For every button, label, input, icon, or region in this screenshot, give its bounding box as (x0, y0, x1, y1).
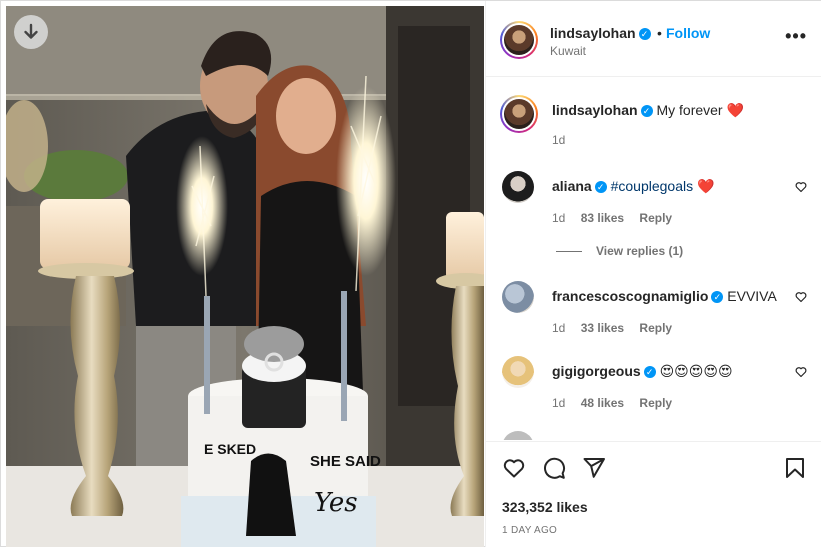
comment-time[interactable]: 1d (552, 321, 565, 335)
comment-avatar[interactable] (502, 171, 534, 203)
comment-likes[interactable]: 83 likes (581, 211, 624, 225)
comment-text: francescoscognamiglio ✓ EVVIVA (552, 288, 777, 304)
comment-avatar[interactable] (502, 281, 534, 313)
comment-icon[interactable] (542, 456, 566, 480)
post-likes-count[interactable]: 323,352 likes (502, 499, 588, 515)
comment-avatar[interactable] (502, 431, 534, 440)
verified-badge-icon: ✓ (638, 28, 651, 40)
cake-left-text: E SKED (204, 441, 256, 457)
comment-text: aliana ✓ #couplegoals ❤️ (552, 178, 714, 195)
reply-button[interactable]: Reply (639, 396, 672, 410)
comment-item: aliana ✓ #couplegoals ❤️ 1d 83 likes Repl… (486, 171, 821, 241)
follow-button[interactable]: Follow (666, 25, 710, 41)
verified-badge-icon: ✓ (594, 181, 607, 193)
view-replies-button[interactable]: View replies (1) (552, 244, 683, 258)
cake-script-text: Yes (314, 488, 358, 518)
heart-eyes-emoji: 😍😍😍😍😍 (659, 363, 733, 379)
author-username[interactable]: lindsaylohan ✓ (550, 25, 651, 41)
comment-item: gigigorgeous ✓ 😍😍😍😍😍 1d 48 likes Reply (486, 356, 821, 426)
caption-text: My forever (656, 102, 723, 118)
replies-divider (556, 251, 582, 253)
instagram-post-modal: E SKED SHE SAID Yes lindsaylohan ✓ • Fol… (0, 0, 821, 547)
post-actions: 323,352 likes 1 DAY AGO (486, 441, 821, 547)
comment-item-partial (486, 431, 821, 440)
like-comment-icon[interactable] (795, 366, 807, 378)
author-avatar[interactable] (500, 21, 538, 59)
cake-right-text: SHE SAID (310, 453, 381, 470)
share-icon[interactable] (582, 456, 606, 480)
reply-button[interactable]: Reply (639, 211, 672, 225)
comment-item: francescoscognamiglio ✓ EVVIVA 1d 33 like… (486, 281, 821, 351)
comment-time[interactable]: 1d (552, 211, 565, 225)
heart-emoji: ❤️ (697, 178, 715, 194)
more-options-icon[interactable]: ••• (785, 27, 807, 45)
download-button[interactable] (14, 15, 48, 49)
comment-meta: 1d 33 likes Reply (552, 321, 684, 335)
verified-badge-icon: ✓ (640, 105, 653, 117)
save-bookmark-icon[interactable] (783, 456, 807, 480)
arrow-down-icon (24, 23, 38, 39)
caption-avatar[interactable] (500, 95, 538, 133)
post-side-panel: lindsaylohan ✓ • Follow Kuwait ••• lindsa… (485, 1, 821, 547)
comment-time[interactable]: 1d (552, 396, 565, 410)
caption-time[interactable]: 1d (552, 133, 565, 147)
separator-dot: • (657, 25, 662, 41)
comment-username[interactable]: aliana (552, 178, 592, 194)
comment-meta: 1d 83 likes Reply (552, 211, 684, 225)
post-image: E SKED SHE SAID Yes (6, 6, 484, 547)
comment-likes[interactable]: 33 likes (581, 321, 624, 335)
caption-username[interactable]: lindsaylohan (552, 102, 638, 118)
hashtag-link[interactable]: #couplegoals (611, 178, 694, 194)
post-timestamp[interactable]: 1 DAY AGO (502, 525, 557, 536)
like-comment-icon[interactable] (795, 291, 807, 303)
comments-list[interactable]: lindsaylohan ✓ My forever ❤️ 1d aliana ✓ #… (486, 78, 821, 440)
caption: lindsaylohan ✓ My forever ❤️ (552, 102, 744, 119)
comment-text: gigigorgeous ✓ 😍😍😍😍😍 (552, 363, 733, 380)
post-photo[interactable]: E SKED SHE SAID Yes (6, 6, 484, 547)
comment-username[interactable]: francescoscognamiglio (552, 288, 708, 304)
post-location[interactable]: Kuwait (550, 44, 586, 58)
comment-meta: 1d 48 likes Reply (552, 396, 684, 410)
comment-avatar[interactable] (502, 356, 534, 388)
post-header: lindsaylohan ✓ • Follow Kuwait ••• (486, 1, 821, 77)
reply-button[interactable]: Reply (639, 321, 672, 335)
comment-body: EVVIVA (727, 288, 777, 304)
verified-badge-icon: ✓ (711, 291, 724, 303)
like-icon[interactable] (502, 456, 526, 480)
like-comment-icon[interactable] (795, 181, 807, 193)
comment-username[interactable]: gigigorgeous (552, 363, 641, 379)
comment-likes[interactable]: 48 likes (581, 396, 624, 410)
heart-emoji: ❤️ (726, 102, 744, 118)
verified-badge-icon: ✓ (643, 366, 656, 378)
